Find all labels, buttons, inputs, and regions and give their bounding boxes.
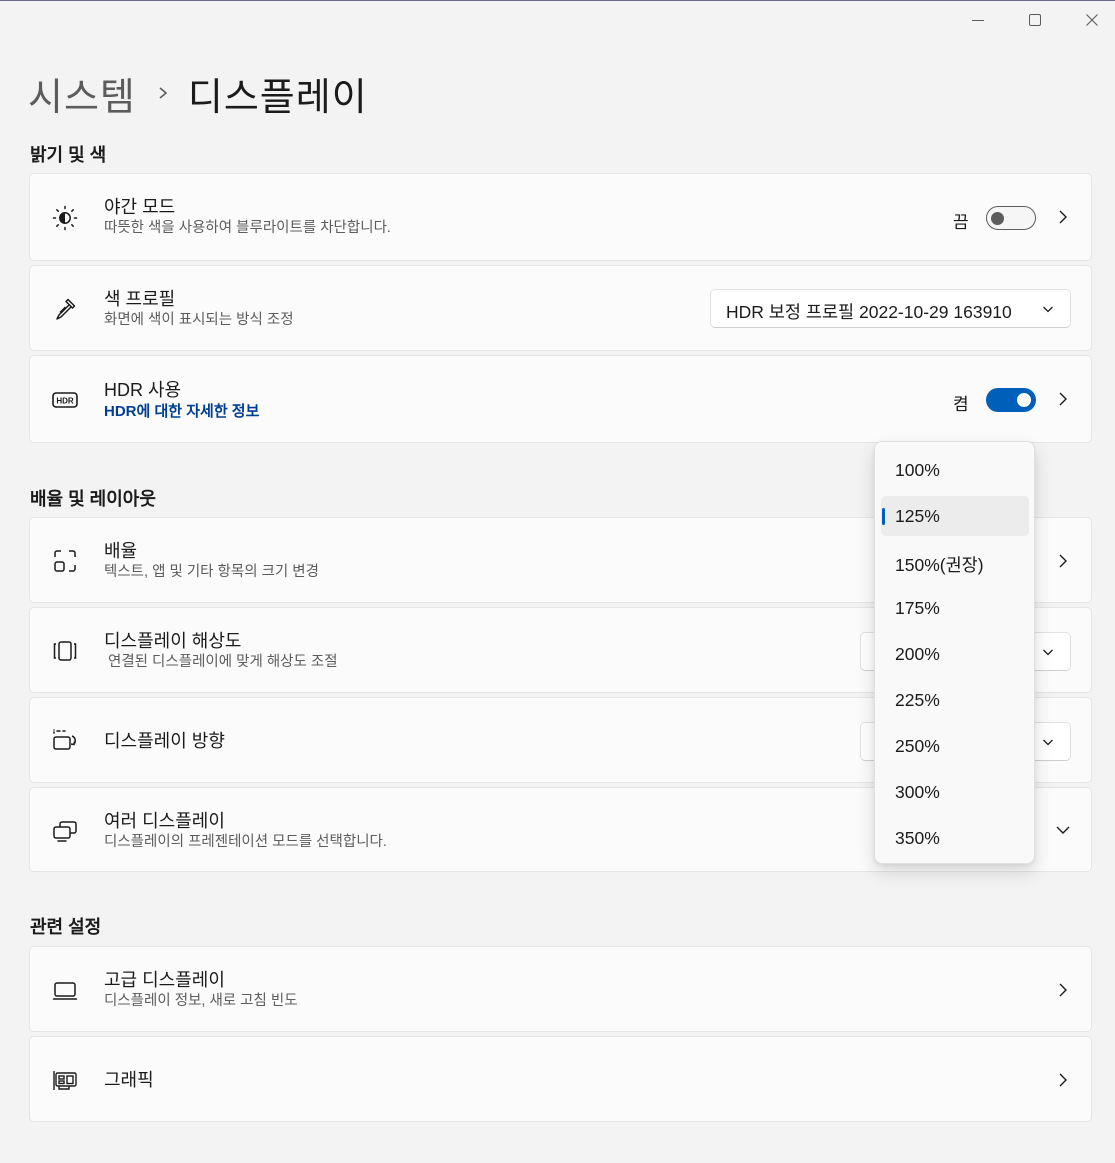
chevron-down-icon	[1055, 822, 1071, 838]
section-title-related-settings: 관련 설정	[30, 917, 102, 937]
chevron-right-icon	[1055, 209, 1071, 225]
scale-option-250[interactable]: 250%	[881, 726, 1029, 766]
night-mode-state: 끔	[953, 213, 969, 232]
orientation-icon	[50, 726, 80, 756]
multiple-displays-subtitle: 디스플레이의 프레젠테이션 모드를 선택합니다.	[104, 834, 387, 850]
scale-icon	[50, 546, 80, 576]
orientation-title: 디스플레이 방향	[104, 731, 225, 751]
color-profile-title: 색 프로필	[104, 289, 176, 309]
svg-text:HDR: HDR	[56, 397, 74, 406]
multiple-displays-icon	[50, 816, 80, 846]
scale-option-label: 300%	[895, 782, 940, 802]
scale-title: 배율	[104, 541, 138, 561]
hdr-info-link[interactable]: HDR에 대한 자세한 정보	[104, 401, 259, 423]
close-button[interactable]	[1072, 8, 1112, 32]
scale-dropdown: 100% 125% 150%(권장) 175% 200% 225% 250% 3…	[874, 441, 1035, 864]
advanced-display-title: 고급 디스플레이	[104, 970, 225, 990]
color-profile-card: 색 프로필 화면에 색이 표시되는 방식 조정 HDR 보정 프로필 2022-…	[29, 265, 1092, 351]
night-mode-card[interactable]: 야간 모드 따뜻한 색을 사용하여 블루라이트를 차단합니다. 끔	[29, 173, 1092, 261]
chevron-down-icon	[1042, 302, 1054, 320]
hdr-card[interactable]: HDR HDR 사용 HDR에 대한 자세한 정보 켬	[29, 355, 1092, 443]
chevron-right-icon	[158, 86, 168, 100]
scale-option-200[interactable]: 200%	[881, 634, 1029, 674]
multiple-displays-title: 여러 디스플레이	[104, 811, 225, 831]
minimize-button[interactable]	[958, 8, 998, 32]
scale-option-300[interactable]: 300%	[881, 772, 1029, 812]
scale-option-label: 150%(권장)	[895, 555, 984, 575]
maximize-icon	[1029, 14, 1041, 26]
section-title-scale-layout: 배율 및 레이아웃	[30, 489, 156, 509]
section-title-brightness-color: 밝기 및 색	[30, 145, 107, 165]
scale-subtitle: 텍스트, 앱 및 기타 항목의 크기 변경	[104, 564, 319, 580]
chevron-right-icon	[1055, 1072, 1071, 1088]
graphics-card-icon	[50, 1065, 80, 1095]
chevron-right-icon	[1055, 982, 1071, 998]
breadcrumb-parent[interactable]: 시스템	[28, 66, 136, 121]
minimize-icon	[972, 20, 984, 21]
selection-indicator	[882, 508, 885, 525]
page-title: 디스플레이	[187, 76, 368, 119]
close-icon	[1086, 14, 1098, 26]
scale-option-225[interactable]: 225%	[881, 680, 1029, 720]
advanced-display-card[interactable]: 고급 디스플레이 디스플레이 정보, 새로 고침 빈도	[29, 946, 1092, 1032]
chevron-down-icon	[1042, 645, 1054, 663]
scale-option-label: 100%	[895, 460, 940, 480]
resolution-subtitle: 연결된 디스플레이에 맞게 해상도 조절	[108, 654, 338, 670]
color-profile-value: HDR 보정 프로필 2022-10-29 163910	[726, 302, 1012, 322]
hdr-icon: HDR	[50, 385, 80, 415]
scale-option-175[interactable]: 175%	[881, 588, 1029, 628]
scale-option-label: 200%	[895, 644, 940, 664]
hdr-state: 켬	[953, 395, 969, 414]
graphics-title: 그래픽	[104, 1070, 154, 1090]
laptop-icon	[50, 975, 80, 1005]
scale-option-label: 250%	[895, 736, 940, 756]
night-mode-toggle[interactable]	[986, 206, 1036, 230]
eyedropper-icon	[50, 294, 80, 324]
brightness-icon	[50, 203, 80, 233]
scale-option-350[interactable]: 350%	[881, 818, 1029, 858]
resolution-icon	[50, 636, 80, 666]
advanced-display-subtitle: 디스플레이 정보, 새로 고침 빈도	[104, 993, 298, 1009]
chevron-down-icon	[1042, 735, 1054, 753]
hdr-title: HDR 사용	[104, 380, 182, 400]
night-mode-subtitle: 따뜻한 색을 사용하여 블루라이트를 차단합니다.	[104, 220, 391, 236]
chevron-right-icon	[1055, 391, 1071, 407]
scale-option-label: 175%	[895, 598, 940, 618]
chevron-right-icon	[1055, 553, 1071, 569]
color-profile-select[interactable]: HDR 보정 프로필 2022-10-29 163910	[710, 289, 1071, 328]
scale-option-100[interactable]: 100%	[881, 450, 1029, 490]
resolution-title: 디스플레이 해상도	[104, 631, 242, 651]
graphics-card[interactable]: 그래픽	[29, 1036, 1092, 1122]
breadcrumb: 시스템 디스플레이	[28, 66, 368, 121]
scale-option-label: 350%	[895, 828, 940, 848]
night-mode-title: 야간 모드	[104, 197, 176, 217]
color-profile-subtitle: 화면에 색이 표시되는 방식 조정	[104, 312, 294, 328]
maximize-button[interactable]	[1015, 8, 1055, 32]
window-top-border	[0, 0, 1115, 1]
hdr-toggle[interactable]	[986, 388, 1036, 412]
scale-option-150[interactable]: 150%(권장)	[881, 542, 1029, 582]
scale-option-125[interactable]: 125%	[881, 496, 1029, 536]
scale-option-label: 125%	[895, 506, 940, 526]
scale-option-label: 225%	[895, 690, 940, 710]
